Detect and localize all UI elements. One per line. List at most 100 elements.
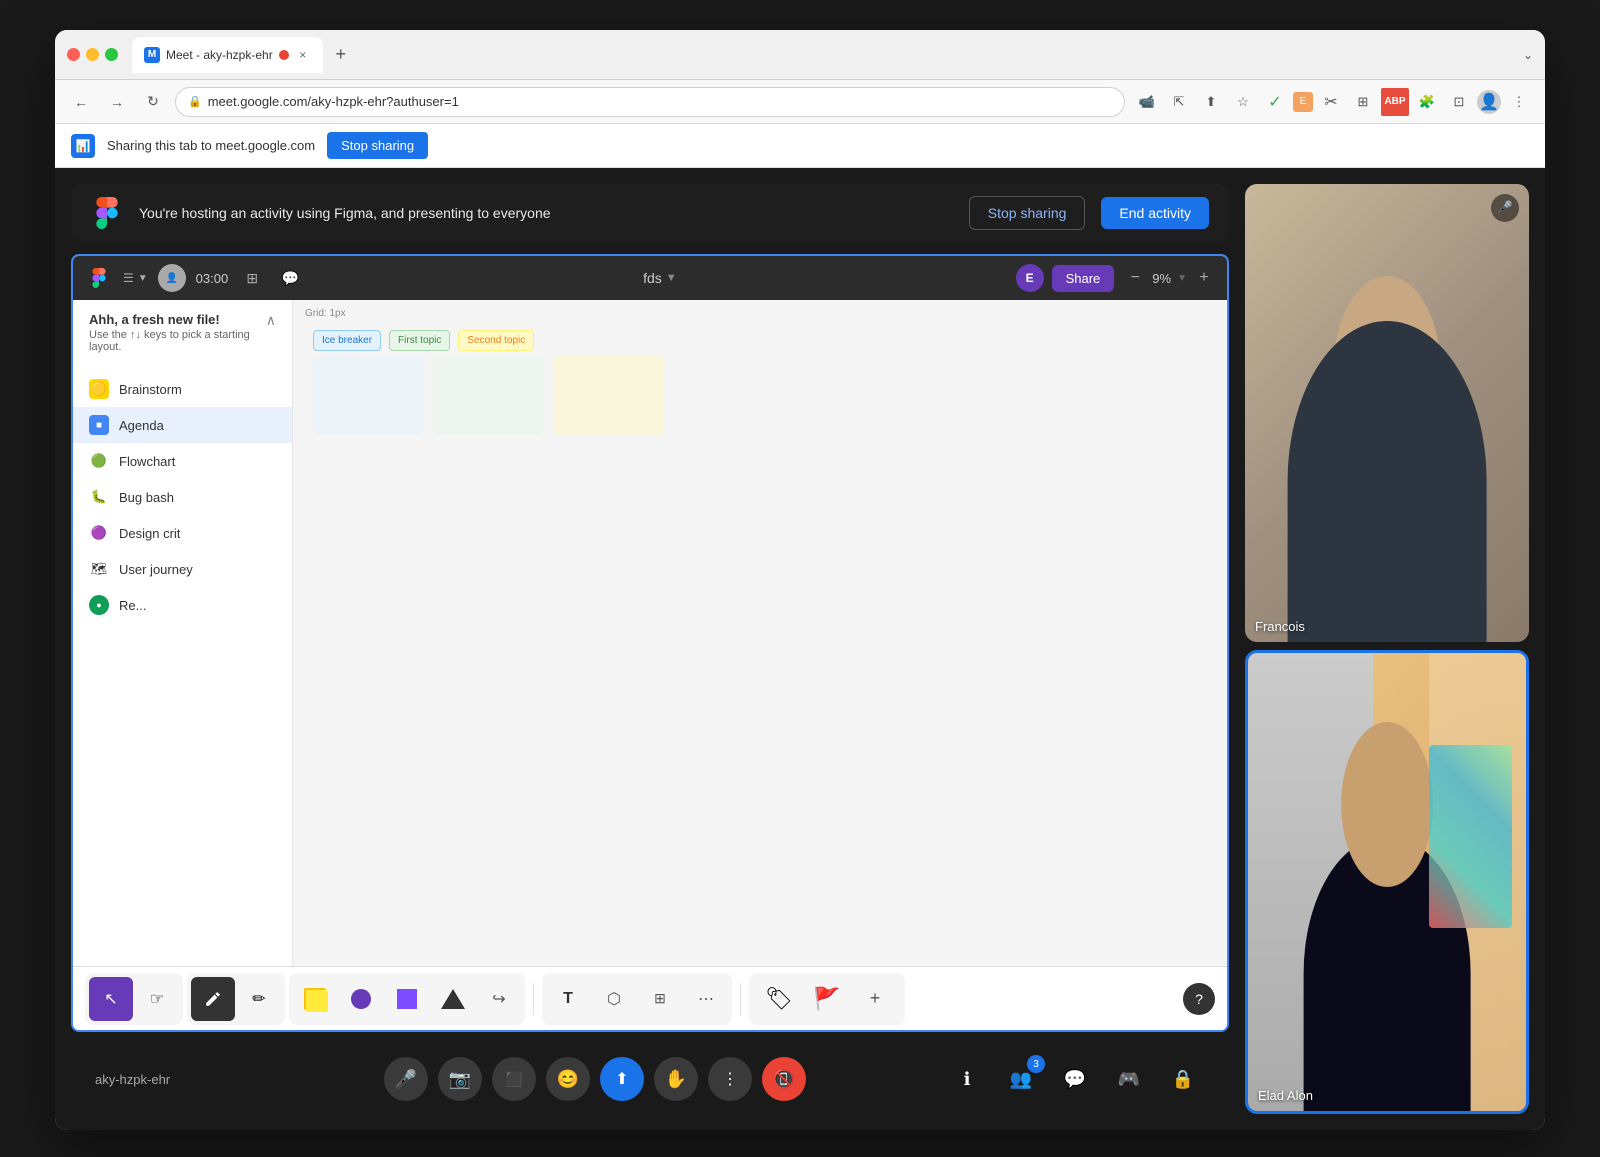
figma-comment-btn[interactable]: 💬 (276, 264, 304, 292)
share-btn[interactable]: ⬆ (1197, 88, 1225, 116)
camera-btn[interactable]: 📷 (438, 1057, 482, 1101)
new-tab-btn[interactable]: + (327, 41, 355, 69)
sticker-1[interactable]: 🏷 (757, 977, 801, 1021)
tab-menu-btn[interactable]: ⌄ (1523, 48, 1533, 62)
sticky-tool[interactable] (293, 977, 337, 1021)
arrow-tool[interactable]: ↪ (477, 977, 521, 1021)
text-tool[interactable]: T (546, 977, 590, 1021)
francois-mute-icon: 🎤 (1491, 194, 1519, 222)
traffic-light-yellow[interactable] (86, 48, 99, 61)
stop-sharing-btn[interactable]: Stop sharing (969, 196, 1086, 230)
safety-btn[interactable]: 🔒 (1161, 1057, 1205, 1101)
pen-tool[interactable] (191, 977, 235, 1021)
hand-tool[interactable]: ☞ (135, 977, 179, 1021)
camera-btn[interactable]: 📹 (1133, 88, 1161, 116)
sidebar-item-brainstorm[interactable]: 🟡 Brainstorm (73, 371, 292, 407)
ext-icon-4[interactable]: ABP (1381, 88, 1409, 116)
canvas-frame: Ice breaker First topic Second topic (313, 330, 534, 351)
info-btn[interactable]: ℹ (945, 1057, 989, 1101)
traffic-light-red[interactable] (67, 48, 80, 61)
triangle-tool[interactable] (431, 977, 475, 1021)
address-bar[interactable]: 🔒 meet.google.com/aky-hzpk-ehr?authuser=… (175, 87, 1125, 117)
figma-logo-btn[interactable] (85, 264, 113, 292)
rect-tool[interactable] (385, 977, 429, 1021)
francois-video-tile: 🎤 Francois (1245, 184, 1529, 642)
figma-user-bubble: E (1016, 264, 1044, 292)
sticker-2[interactable]: 🚩 (805, 977, 849, 1021)
nav-actions: 📹 ⇱ ⬆ ☆ ✓ E ✂ ⊞ ABP 🧩 ⊡ 👤 ⋮ (1133, 88, 1533, 116)
figma-hamburger[interactable]: ☰ ▼ (123, 271, 148, 285)
circle-tool[interactable] (339, 977, 383, 1021)
sticker-add[interactable]: + (853, 977, 897, 1021)
text-tools: T ⬡ ⊞ ⋯ (542, 973, 732, 1025)
chrome-stop-sharing-btn[interactable]: Stop sharing (327, 132, 428, 159)
microphone-btn[interactable]: 🎤 (384, 1057, 428, 1101)
figma-logo-icon (91, 197, 123, 229)
present-btn[interactable]: ⬆ (600, 1057, 644, 1101)
traffic-light-green[interactable] (105, 48, 118, 61)
captions-btn[interactable]: ⬛ (492, 1057, 536, 1101)
activity-banner-text: You're hosting an activity using Figma, … (139, 205, 953, 221)
chat-btn[interactable]: 💬 (1053, 1057, 1097, 1101)
split-view-btn[interactable]: ⊡ (1445, 88, 1473, 116)
extensions-btn[interactable]: 🧩 (1413, 88, 1441, 116)
nav-bar: ← → ↻ 🔒 meet.google.com/aky-hzpk-ehr?aut… (55, 80, 1545, 124)
raise-hand-btn[interactable]: ✋ (654, 1057, 698, 1101)
profile-avatar[interactable]: 👤 (1477, 90, 1501, 114)
chrome-menu-btn[interactable]: ⋮ (1505, 88, 1533, 116)
address-text: meet.google.com/aky-hzpk-ehr?authuser=1 (208, 94, 459, 109)
figma-zoom-in[interactable]: + (1193, 267, 1215, 289)
extension-check[interactable]: ✓ (1261, 88, 1289, 116)
tab-recording-dot (279, 50, 289, 60)
more-tools[interactable]: ⋯ (684, 977, 728, 1021)
activities-btn[interactable]: 🎮 (1107, 1057, 1151, 1101)
figma-share-btn[interactable]: Share (1052, 265, 1115, 292)
refresh-btn[interactable]: ↻ (139, 88, 167, 116)
browser-window: M Meet - aky-hzpk-ehr × + ⌄ ← → ↻ 🔒 meet… (55, 30, 1545, 1130)
bookmark-btn[interactable]: ☆ (1229, 88, 1257, 116)
flowchart-icon: 🟢 (89, 451, 109, 471)
ext-icon-1[interactable]: E (1293, 92, 1313, 112)
sidebar-collapse-btn[interactable]: ∧ (266, 312, 276, 329)
select-tool[interactable]: ↖ (89, 977, 133, 1021)
sidebar-item-userjourney[interactable]: 🗺 User journey (73, 551, 292, 587)
sharing-bar-text: Sharing this tab to meet.google.com (107, 138, 315, 153)
more-btn[interactable]: ⋮ (708, 1057, 752, 1101)
canvas-sticky-firsttopic[interactable]: First topic (389, 330, 450, 351)
figma-user-avatar: 👤 (158, 264, 186, 292)
sidebar-item-agenda[interactable]: ■ Agenda (73, 407, 292, 443)
ext-icon-3[interactable]: ⊞ (1349, 88, 1377, 116)
figma-body: Ahh, a fresh new file! Use the ↑↓ keys t… (73, 300, 1227, 966)
canvas-grid-label: Grid: 1px (305, 308, 346, 319)
sidebar-item-flowchart[interactable]: 🟢 Flowchart (73, 443, 292, 479)
ext-icon-2[interactable]: ✂ (1317, 88, 1345, 116)
elad-bg-art (1429, 745, 1512, 928)
elad-head (1341, 722, 1433, 887)
sharing-icon: 📊 (71, 134, 95, 158)
canvas-sticky-icebreaker[interactable]: Ice breaker (313, 330, 381, 351)
canvas-area-green (433, 355, 543, 435)
designcrit-icon: 🟣 (89, 523, 109, 543)
francois-name: Francois (1255, 619, 1305, 634)
lock-icon: 🔒 (188, 95, 202, 108)
canvas-sticky-secondtopic[interactable]: Second topic (458, 330, 534, 351)
tab-close-btn[interactable]: × (295, 47, 311, 63)
emoji-btn[interactable]: 😊 (546, 1057, 590, 1101)
table-tool[interactable]: ⊞ (638, 977, 682, 1021)
end-call-btn[interactable]: 📵 (762, 1057, 806, 1101)
back-btn[interactable]: ← (67, 88, 95, 116)
pencil-tool[interactable]: ✏ (237, 977, 281, 1021)
figma-zoom-out[interactable]: − (1124, 267, 1146, 289)
active-tab[interactable]: M Meet - aky-hzpk-ehr × (132, 37, 323, 73)
figma-layout-btn[interactable]: ⊞ (238, 264, 266, 292)
sidebar-item-bugbash[interactable]: 🐛 Bug bash (73, 479, 292, 515)
sticker-group: 🏷 🚩 + (749, 973, 905, 1025)
sticky-icon (301, 985, 329, 1013)
forward-btn[interactable]: → (103, 88, 131, 116)
end-activity-btn[interactable]: End activity (1101, 197, 1209, 229)
sidebar-item-designcrit[interactable]: 🟣 Design crit (73, 515, 292, 551)
sidebar-item-re[interactable]: ● Re... (73, 587, 292, 623)
help-btn[interactable]: ? (1183, 983, 1215, 1015)
frame-tool[interactable]: ⬡ (592, 977, 636, 1021)
open-tab-btn[interactable]: ⇱ (1165, 88, 1193, 116)
